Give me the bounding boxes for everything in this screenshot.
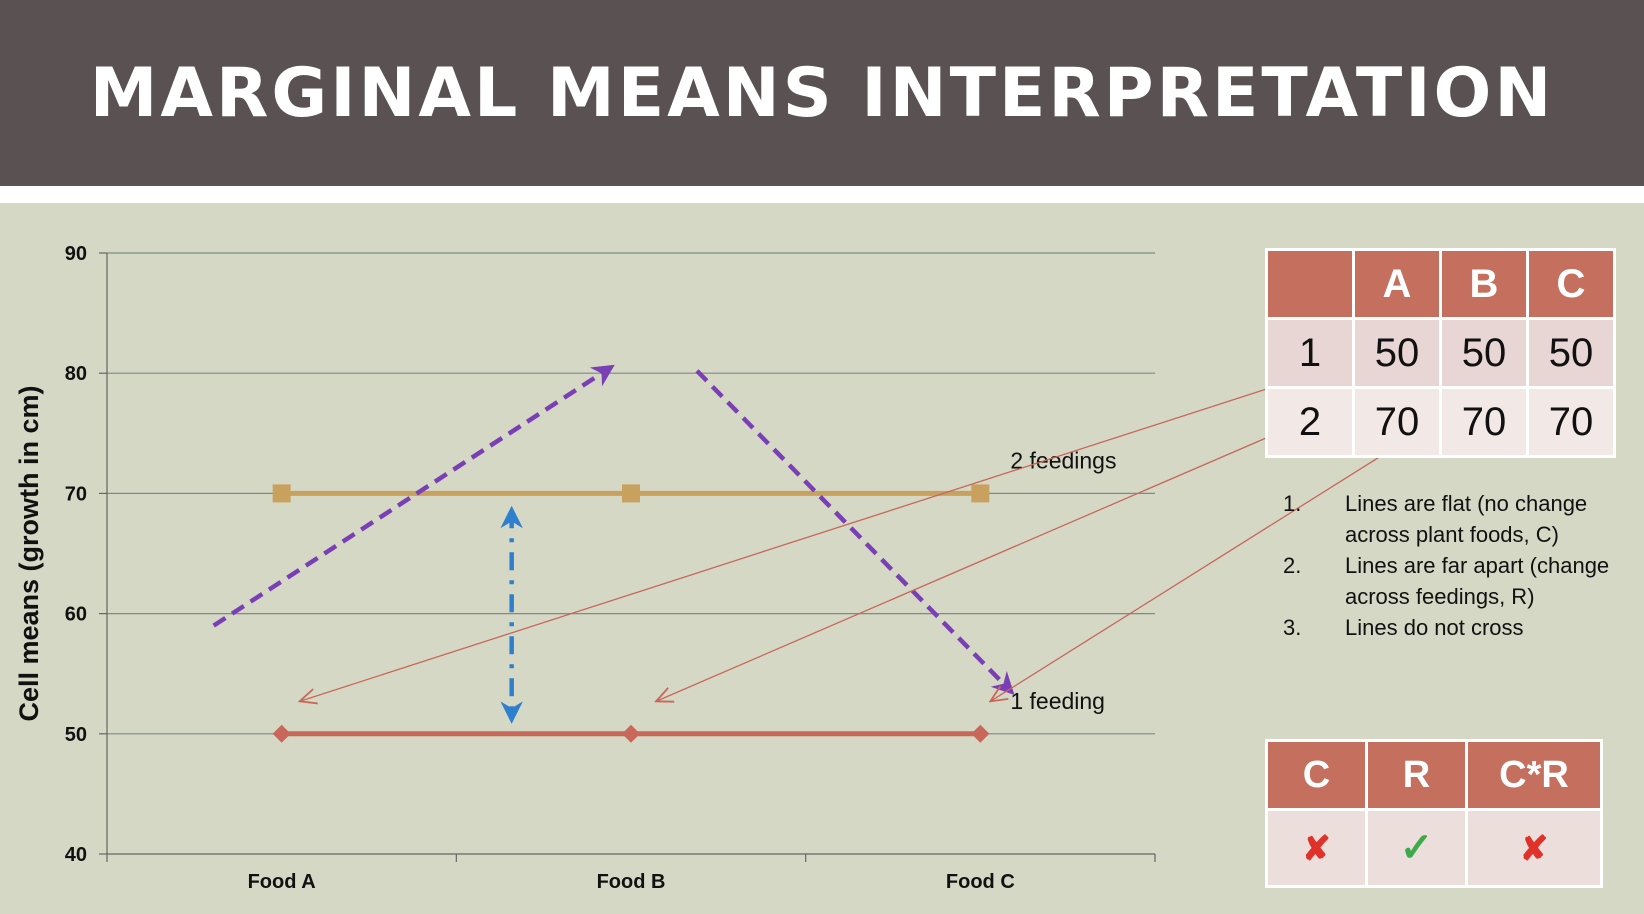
means-cell: 70 [1526,386,1616,458]
effects-header-row: C R C*R [1265,739,1603,811]
means-header-b: B [1439,248,1529,320]
x-category-label: Food B [597,871,666,893]
x-mark-icon: ✘ [1519,829,1549,868]
effects-result-row: ✘ ✓ ✘ [1265,808,1603,888]
means-row-label: 1 [1265,317,1355,389]
data-point [272,724,291,743]
note-item: 3. Lines do not cross [1283,612,1623,643]
means-cell: 70 [1352,386,1442,458]
note-item: 2. Lines are far apart (change across fe… [1283,550,1623,612]
effects-result-r: ✓ [1365,808,1468,888]
effects-header-r: R [1365,739,1468,811]
x-mark-icon: ✘ [1302,829,1331,868]
means-table-header-row: A B C [1265,248,1616,320]
pointer-arrow [300,352,1379,701]
purple-dashed-arrow [212,364,615,628]
means-row-label: 2 [1265,386,1355,458]
means-cell: 50 [1526,317,1616,389]
data-point [971,724,990,743]
effects-result-c: ✘ [1265,808,1368,888]
slide-content: 40 50 60 70 80 90 Food A Food B Food C Cell means… [0,203,1644,914]
y-tick-label: 80 [65,363,87,385]
purple-dashed-arrow [695,369,1015,695]
means-header-corner [1265,248,1355,320]
means-cell: 70 [1439,386,1529,458]
data-point [622,484,640,503]
note-number: 3. [1283,615,1302,640]
note-item: 1. Lines are flat (no change across plan… [1283,488,1623,550]
effects-header-cr: C*R [1465,739,1603,811]
effects-header-c: C [1265,739,1368,811]
x-category-label: Food A [248,871,316,893]
y-tick-label: 40 [65,844,87,866]
data-point [272,484,291,503]
y-axis-label: Cell means (growth in cm) [14,385,44,721]
slide-title: MARGINAL MEANS INTERPRETATION [89,53,1555,133]
means-header-c: C [1526,248,1616,320]
y-tick-label: 60 [65,604,87,626]
note-number: 1. [1283,491,1302,516]
effects-result-cr: ✘ [1465,808,1603,888]
data-point [622,724,640,743]
series-label: 1 feeding [1010,688,1105,714]
series-label: 2 feedings [1010,447,1116,473]
means-header-a: A [1352,248,1442,320]
x-category-label: Food C [946,871,1015,893]
means-cell: 50 [1352,317,1442,389]
interpretation-notes: 1. Lines are flat (no change across plan… [1283,488,1623,643]
means-cell: 50 [1439,317,1529,389]
effects-table: C R C*R ✘ ✓ ✘ [1265,739,1603,888]
note-text: Lines are far apart (change across feedi… [1345,553,1610,609]
means-table-row: 2 70 70 70 [1265,386,1616,458]
y-tick-label: 90 [65,243,87,265]
y-tick-label: 70 [65,483,87,505]
means-table-row: 1 50 50 50 [1265,317,1616,389]
cell-means-table: A B C 1 50 50 50 2 70 70 70 [1265,248,1616,458]
note-text: Lines are flat (no change across plant f… [1345,491,1588,547]
title-bar: MARGINAL MEANS INTERPRETATION [0,0,1644,186]
note-text: Lines do not cross [1345,615,1524,640]
y-tick-label: 50 [65,724,87,746]
data-point [971,484,990,503]
note-number: 2. [1283,553,1302,578]
check-mark-icon: ✓ [1399,826,1434,870]
